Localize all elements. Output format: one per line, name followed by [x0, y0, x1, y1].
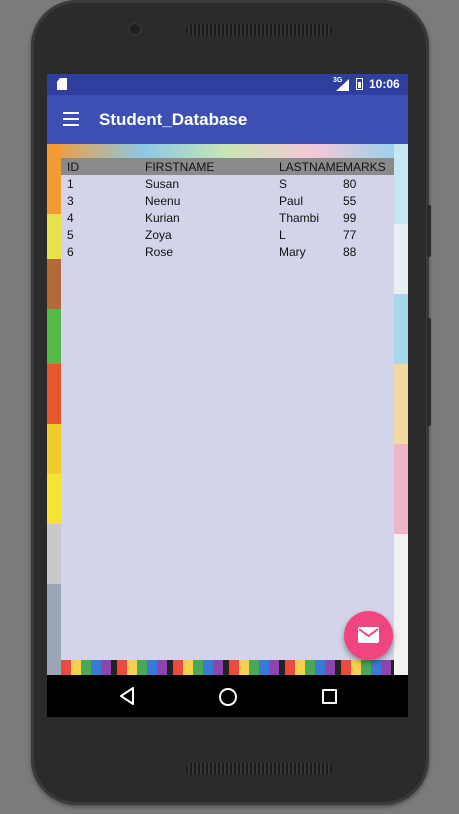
top-speaker	[186, 24, 332, 36]
cell-marks: 77	[343, 228, 357, 242]
pencil-decoration	[394, 444, 408, 534]
pencil-decoration	[47, 214, 61, 259]
sd-card-icon	[57, 78, 67, 90]
pencil-decoration	[47, 584, 61, 675]
pencil-decoration	[47, 474, 61, 524]
pencil-decoration	[394, 224, 408, 294]
battery-icon	[356, 78, 363, 90]
pencil-decoration	[61, 144, 394, 158]
front-camera	[128, 22, 142, 36]
pencil-decoration	[394, 294, 408, 364]
cell-firstname: Kurian	[145, 211, 180, 225]
network-type: 3G	[333, 77, 343, 84]
table-row: 3 Neenu Paul 55	[61, 194, 394, 211]
app-title: Student_Database	[99, 110, 248, 129]
email-icon	[358, 627, 379, 643]
cell-firstname: Rose	[145, 245, 174, 259]
pencil-decoration	[47, 309, 61, 364]
table-row: 4 Kurian Thambi 99	[61, 211, 394, 228]
cell-lastname: L	[279, 228, 286, 242]
table-row: 5 Zoya L 77	[61, 228, 394, 245]
recent-apps-square-icon[interactable]	[322, 689, 337, 704]
pencil-decoration	[394, 364, 408, 444]
cell-lastname: Paul	[279, 194, 304, 208]
pencil-decoration	[47, 424, 61, 474]
status-bar: 3G 10:06	[47, 74, 408, 95]
navigation-bar	[47, 675, 408, 717]
cell-marks: 99	[343, 211, 357, 225]
pencil-decoration	[47, 259, 61, 309]
cell-lastname: Thambi	[279, 211, 320, 225]
pencil-decoration	[394, 144, 408, 224]
cell-lastname: S	[279, 177, 288, 191]
cell-lastname: Mary	[279, 245, 306, 259]
cell-id: 1	[67, 177, 74, 191]
device-screen: 3G 10:06 Student_Database ID FIRSTNAME L…	[47, 74, 408, 717]
back-triangle-icon[interactable]	[119, 687, 135, 705]
cell-marks: 88	[343, 245, 357, 259]
header-firstname: FIRSTNAME	[145, 160, 215, 174]
email-fab-button[interactable]	[344, 611, 393, 660]
pencil-decoration	[47, 524, 61, 584]
bottom-speaker	[186, 763, 332, 775]
table-row: 1 Susan S 80	[61, 177, 394, 194]
header-marks: MARKS	[343, 160, 386, 174]
power-button	[427, 205, 431, 257]
status-time: 10:06	[369, 77, 400, 91]
pencil-decoration	[47, 144, 61, 214]
pencil-decoration	[61, 660, 394, 675]
cell-firstname: Neenu	[145, 194, 181, 208]
cell-marks: 80	[343, 177, 357, 191]
home-circle-icon[interactable]	[219, 688, 237, 706]
volume-button	[427, 318, 431, 426]
app-bar: Student_Database	[47, 95, 408, 144]
cell-marks: 55	[343, 194, 357, 208]
table-row: 6 Rose Mary 88	[61, 245, 394, 262]
cell-id: 6	[67, 245, 74, 259]
cell-firstname: Zoya	[145, 228, 172, 242]
cell-firstname: Susan	[145, 177, 180, 191]
cell-id: 3	[67, 194, 74, 208]
pencil-decoration	[47, 364, 61, 424]
header-id: ID	[67, 160, 79, 174]
student-table: ID FIRSTNAME LASTNAME MARKS 1 Susan S 80…	[61, 158, 394, 660]
hamburger-menu-icon[interactable]	[63, 112, 79, 126]
table-header-row: ID FIRSTNAME LASTNAME MARKS	[61, 158, 394, 175]
header-lastname: LASTNAME	[279, 160, 344, 174]
cell-id: 4	[67, 211, 74, 225]
pencil-decoration	[394, 534, 408, 675]
cell-id: 5	[67, 228, 74, 242]
